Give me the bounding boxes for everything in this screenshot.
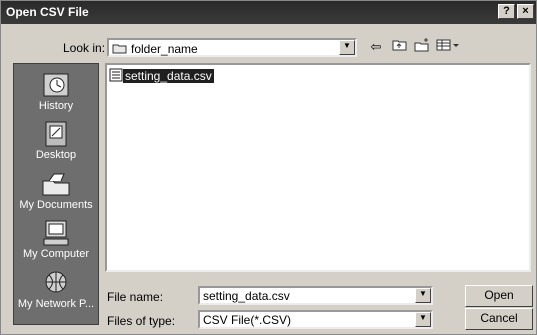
desktop-icon bbox=[41, 121, 71, 147]
look-in-label: Look in: bbox=[63, 41, 106, 55]
look-in-combo[interactable]: folder_name ▼ bbox=[107, 38, 357, 57]
history-icon bbox=[41, 72, 71, 98]
open-csv-dialog: Open CSV File ? × Look in: folder_name ▼… bbox=[0, 0, 537, 335]
place-history-label: History bbox=[38, 100, 74, 112]
place-my-computer[interactable]: My Computer bbox=[14, 220, 98, 260]
chevron-down-icon[interactable]: ▼ bbox=[415, 312, 431, 327]
look-in-value: folder_name bbox=[131, 42, 198, 56]
place-my-documents-label: My Documents bbox=[19, 199, 93, 211]
file-name-label: setting_data.csv bbox=[123, 68, 214, 83]
places-bar: History Desktop My Documents My Computer… bbox=[13, 63, 99, 325]
place-my-computer-label: My Computer bbox=[22, 248, 90, 260]
view-menu-icon[interactable] bbox=[435, 38, 461, 56]
csv-file-icon bbox=[109, 68, 123, 85]
file-list[interactable]: setting_data.csv bbox=[105, 63, 531, 272]
place-network[interactable]: My Network P... bbox=[14, 270, 98, 310]
list-item[interactable]: setting_data.csv bbox=[109, 68, 214, 85]
open-button[interactable]: Open bbox=[465, 285, 533, 307]
title-bar[interactable]: Open CSV File ? × bbox=[1, 1, 536, 24]
file-type-select[interactable]: CSV File(*.CSV) ▼ bbox=[198, 310, 433, 329]
folder-icon bbox=[112, 42, 127, 57]
chevron-down-icon[interactable]: ▼ bbox=[339, 40, 355, 55]
new-folder-icon[interactable] bbox=[413, 38, 431, 56]
file-type-value: CSV File(*.CSV) bbox=[203, 313, 292, 327]
back-icon[interactable]: ⇦ bbox=[367, 38, 385, 56]
close-button[interactable]: × bbox=[517, 4, 534, 19]
up-folder-icon[interactable] bbox=[390, 38, 408, 56]
place-my-documents[interactable]: My Documents bbox=[14, 171, 98, 211]
chevron-down-icon[interactable]: ▼ bbox=[415, 288, 431, 303]
my-documents-icon bbox=[41, 171, 71, 197]
network-places-icon bbox=[41, 270, 71, 296]
my-computer-icon bbox=[41, 220, 71, 246]
help-button[interactable]: ? bbox=[498, 4, 515, 19]
file-name-value: setting_data.csv bbox=[203, 289, 290, 303]
file-name-label: File name: bbox=[107, 290, 164, 304]
place-network-label: My Network P... bbox=[17, 298, 95, 310]
place-desktop-label: Desktop bbox=[35, 149, 77, 161]
dialog-title: Open CSV File bbox=[6, 5, 89, 19]
place-history[interactable]: History bbox=[14, 72, 98, 112]
file-type-label: Files of type: bbox=[107, 314, 176, 328]
file-name-input[interactable]: setting_data.csv ▼ bbox=[198, 286, 433, 305]
place-desktop[interactable]: Desktop bbox=[14, 121, 98, 161]
cancel-button[interactable]: Cancel bbox=[465, 308, 533, 330]
